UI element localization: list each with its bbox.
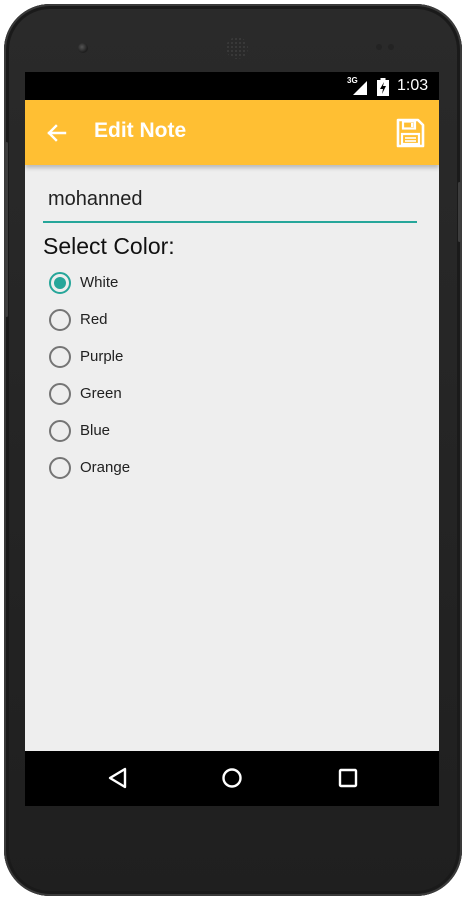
radio-option-green[interactable]: Green (49, 375, 349, 412)
radio-option-orange[interactable]: Orange (49, 449, 349, 486)
radio-option-white[interactable]: White (49, 264, 349, 301)
nav-back-button[interactable] (98, 760, 138, 796)
edit-note-form: Select Color: White Red Purple Green Blu… (25, 165, 439, 751)
radio-unchecked-icon (49, 419, 71, 442)
radio-label: Green (80, 385, 122, 402)
device-screen: 3G 1:03 Edit Note mohanned Select Color:… (25, 72, 439, 806)
save-button[interactable] (393, 116, 427, 150)
status-bar: 3G 1:03 (25, 72, 439, 100)
radio-label: Red (80, 311, 108, 328)
note-title-input[interactable] (43, 183, 417, 223)
radio-option-blue[interactable]: Blue (49, 412, 349, 449)
back-button[interactable] (39, 116, 73, 150)
nav-home-icon (222, 768, 242, 788)
front-camera (78, 43, 88, 53)
save-floppy-icon (396, 118, 425, 148)
nav-back-icon (108, 767, 127, 789)
proximity-sensor (376, 44, 404, 50)
radio-label: White (80, 274, 119, 291)
radio-label: Purple (80, 348, 124, 365)
radio-unchecked-icon (49, 308, 71, 331)
radio-unchecked-icon (49, 382, 71, 405)
radio-unchecked-icon (49, 456, 71, 479)
radio-unchecked-icon (49, 345, 71, 368)
nav-recent-apps-icon (338, 768, 358, 788)
power-button (458, 182, 461, 242)
volume-button (5, 142, 8, 317)
color-radio-group: White Red Purple Green Blue Orange (49, 264, 349, 486)
radio-option-purple[interactable]: Purple (49, 338, 349, 375)
radio-label: Blue (80, 422, 111, 439)
page-title: Edit Note (94, 119, 187, 142)
status-time: 1:03 (397, 77, 429, 94)
arrow-back-icon (47, 124, 67, 142)
signal-icon (353, 81, 367, 95)
earpiece-speaker (226, 37, 248, 59)
system-nav-bar (25, 751, 439, 806)
radio-label: Orange (80, 459, 131, 476)
nav-recent-apps-button[interactable] (328, 760, 368, 796)
radio-option-red[interactable]: Red (49, 301, 349, 338)
select-color-label: Select Color: (43, 233, 175, 259)
nav-home-button[interactable] (212, 760, 252, 796)
app-toolbar: Edit Note (25, 100, 439, 165)
radio-checked-icon (49, 271, 71, 294)
battery-charging-icon (377, 78, 389, 96)
